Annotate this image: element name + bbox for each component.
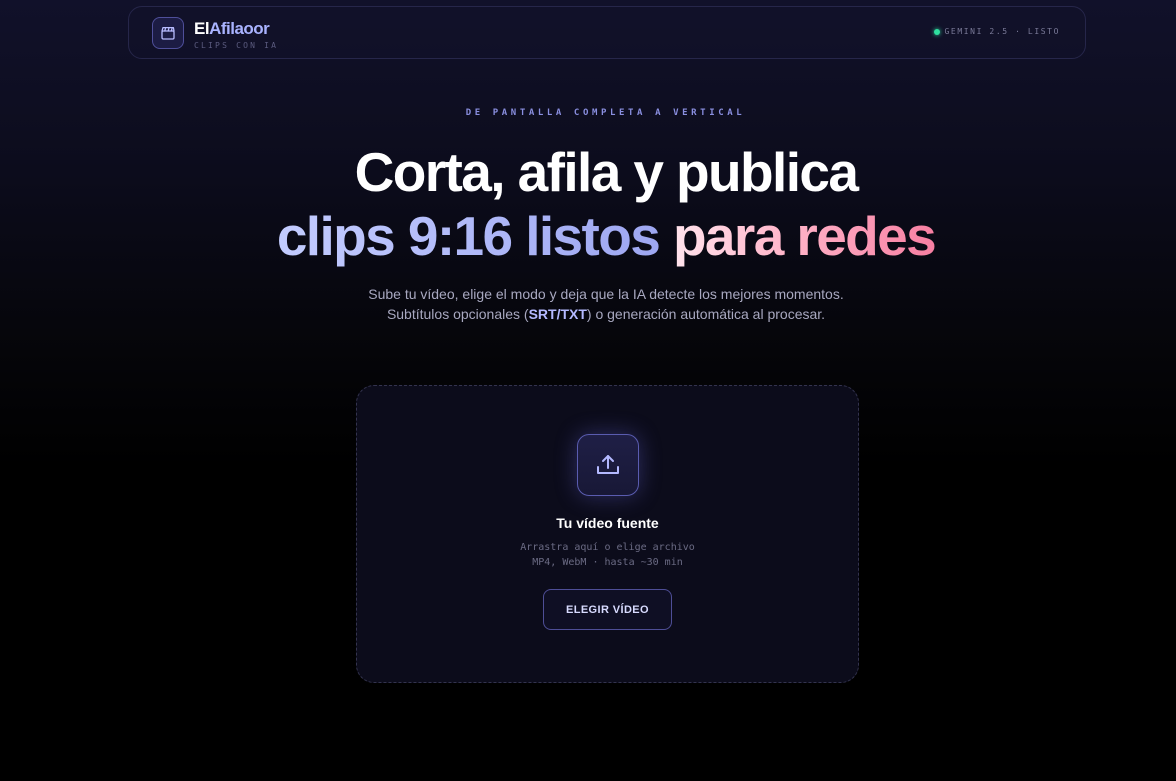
status-indicator: GEMINI 2.5 · LISTO bbox=[933, 27, 1061, 36]
status-dot-icon bbox=[933, 28, 940, 35]
brand-tagline: CLIPS CON IA bbox=[194, 41, 279, 50]
desc-text-post: ) o generación automática al procesar. bbox=[586, 306, 826, 322]
upload-hint-drag: Arrastra aquí o elige archivo bbox=[520, 542, 695, 553]
upload-title: Tu vídeo fuente bbox=[556, 515, 659, 531]
brand-name[interactable]: ElAfilaoor bbox=[194, 19, 270, 39]
status-text: GEMINI 2.5 · LISTO bbox=[944, 27, 1060, 36]
headline-highlight-pink: para redes bbox=[672, 205, 937, 267]
upload-icon[interactable] bbox=[577, 434, 639, 496]
desc-text-pre: Subtítulos opcionales ( bbox=[386, 306, 529, 322]
hero-headline-line2: clips 9:16 listos para redes bbox=[0, 204, 1176, 268]
brand-name-part2: Afilaoor bbox=[209, 19, 270, 38]
hero-headline-line1: Corta, afila y publica bbox=[354, 141, 859, 203]
upload-hint-formats: MP4, WebM · hasta ~30 min bbox=[532, 557, 683, 568]
upload-dropzone[interactable]: Tu vídeo fuente Arrastra aquí o elige ar… bbox=[356, 385, 859, 683]
brand-name-part1: El bbox=[194, 19, 210, 38]
hero-description-line2: Subtítulos opcionales (SRT/TXT) o genera… bbox=[0, 304, 1176, 324]
hero-description-line1: Sube tu vídeo, elige el modo y deja que … bbox=[368, 286, 844, 302]
top-bar: ElAfilaoor CLIPS CON IA GEMINI 2.5 · LIS… bbox=[128, 6, 1086, 59]
headline-highlight-blue: clips 9:16 listos bbox=[276, 205, 661, 267]
choose-video-button[interactable]: ELEGIR VÍDEO bbox=[543, 589, 672, 630]
clapperboard-icon[interactable] bbox=[152, 17, 184, 49]
desc-highlight-formats: SRT/TXT bbox=[528, 306, 587, 322]
hero-eyebrow: DE PANTALLA COMPLETA A VERTICAL bbox=[465, 108, 746, 118]
